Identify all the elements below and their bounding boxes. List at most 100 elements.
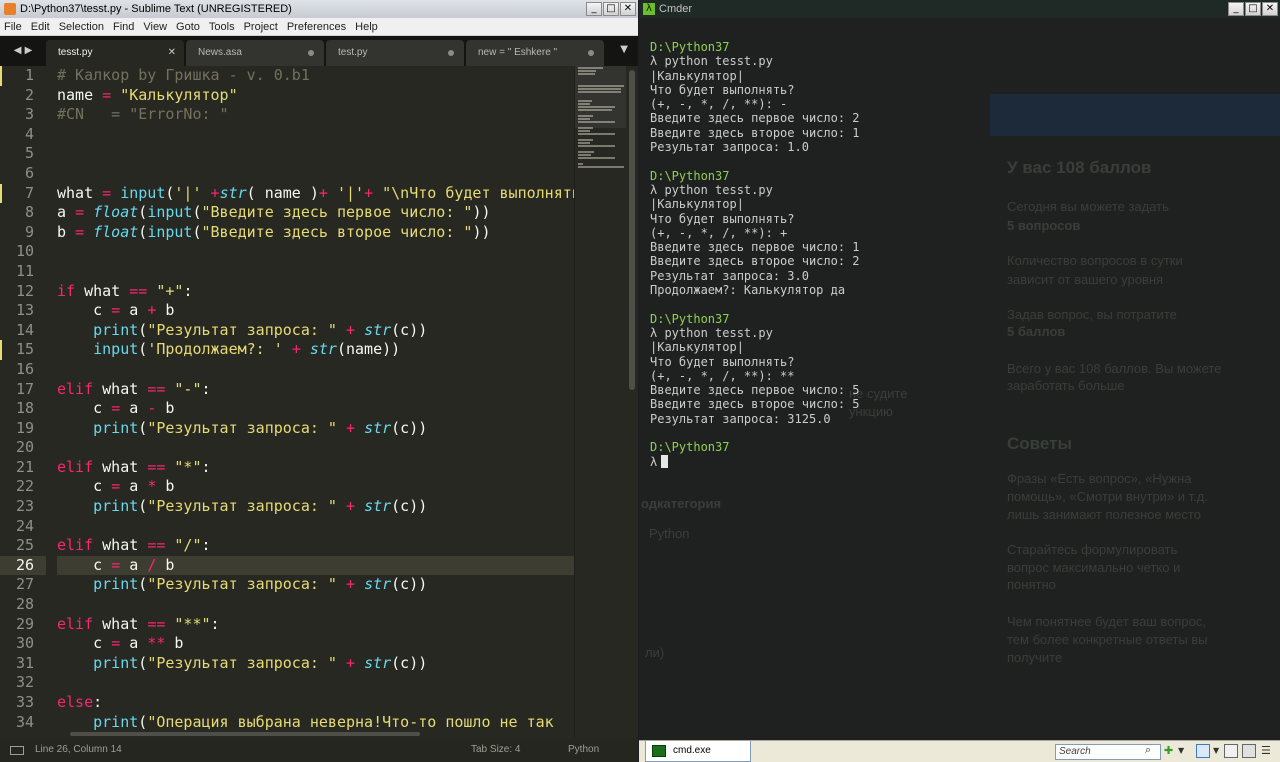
code-line[interactable]: a = float(input("Введите здесь первое чи… — [57, 203, 574, 223]
menu-item-selection[interactable]: Selection — [59, 18, 104, 35]
code-area[interactable]: # Калкор by Гришка - v. 0.b1 name = "Каль… — [57, 66, 574, 738]
tab-nav-arrows[interactable]: ◀ ▶ — [0, 36, 46, 66]
menu-icon[interactable]: ☰ — [1261, 744, 1271, 758]
vertical-scroll-thumb[interactable] — [629, 70, 635, 390]
code-line[interactable]: print("Результат запроса: " + str(c)) — [57, 654, 574, 674]
tab-size[interactable]: Tab Size: 4 — [471, 738, 520, 762]
minimap-viewport[interactable] — [575, 66, 627, 128]
code-line[interactable]: print("Результат запроса: " + str(c)) — [57, 321, 574, 341]
code-token: print — [93, 712, 139, 731]
code-line[interactable]: elif what == "*": — [57, 458, 574, 478]
maximize-button[interactable]: □ — [603, 2, 619, 16]
vertical-scrollbar[interactable] — [626, 66, 638, 738]
code-line[interactable]: c = a - b — [57, 399, 574, 419]
code-line[interactable] — [57, 164, 574, 184]
code-line[interactable] — [57, 360, 574, 380]
cmder-close-button[interactable]: ✕ — [1262, 2, 1278, 16]
code-line[interactable] — [57, 438, 574, 458]
panel-toggle-icon[interactable] — [10, 746, 24, 755]
code-token: c — [57, 634, 112, 653]
horizontal-scroll-thumb[interactable] — [70, 732, 420, 736]
cmder-window-title: Cmder — [659, 3, 693, 15]
unsaved-dot-icon[interactable] — [308, 50, 314, 56]
terminal-line: |Калькулятор| — [650, 69, 1270, 83]
menu-item-help[interactable]: Help — [355, 18, 378, 35]
code-line[interactable] — [57, 673, 574, 693]
view-mode-dropdown-icon[interactable]: ▼ — [1213, 744, 1219, 758]
code-token: what — [93, 457, 148, 476]
horizontal-scrollbar[interactable] — [0, 730, 574, 738]
editor-tab[interactable]: test.py — [326, 40, 464, 66]
search-icon[interactable]: ⌕ — [1145, 743, 1151, 757]
code-token: a — [120, 301, 148, 320]
minimap[interactable] — [574, 66, 627, 738]
cmder-maximize-button[interactable]: □ — [1245, 2, 1261, 16]
code-line[interactable]: elif what == "-": — [57, 380, 574, 400]
line-number: 8 — [24, 203, 34, 222]
unsaved-dot-icon[interactable] — [588, 50, 594, 56]
menu-item-view[interactable]: View — [143, 18, 167, 35]
menu-item-edit[interactable]: Edit — [31, 18, 50, 35]
editor-tab[interactable]: tesst.py ✕ — [46, 40, 184, 66]
code-line[interactable]: name = "Калькулятор" — [57, 86, 574, 106]
code-line[interactable]: else: — [57, 693, 574, 713]
code-line[interactable]: if what == "+": — [57, 282, 574, 302]
code-line[interactable]: c = a / b — [57, 555, 574, 576]
code-editor[interactable]: 1 2 3 4 5 6 7 8 9 10 11 12 13 14 15 16 17 18 19 20 21 22 23 24 2… — [0, 66, 574, 738]
terminal-line: Продолжаем?: Калькулятор да — [650, 283, 1270, 297]
line-number: 29 — [15, 614, 34, 633]
code-line[interactable]: b = float(input("Введите здесь второе чи… — [57, 223, 574, 243]
new-console-dropdown-icon[interactable]: ▼ — [1178, 744, 1184, 758]
editor-tab[interactable]: new = " Eshkere " — [466, 40, 604, 66]
cmder-minimize-button[interactable]: _ — [1228, 2, 1244, 16]
menu-item-goto[interactable]: Goto — [176, 18, 200, 35]
code-line[interactable]: c = a ** b — [57, 634, 574, 654]
code-token: input — [93, 340, 139, 359]
code-line[interactable]: elif what == "/": — [57, 536, 574, 556]
code-line[interactable]: c = a + b — [57, 301, 574, 321]
code-line[interactable]: print("Результат запроса: " + str(c)) — [57, 575, 574, 595]
code-line[interactable]: input('Продолжаем?: ' + str(name)) — [57, 340, 574, 360]
menu-item-tools[interactable]: Tools — [209, 18, 235, 35]
background-ghost-text: лишь занимают полезное место — [1007, 507, 1201, 522]
code-line[interactable]: elif what == "**": — [57, 615, 574, 635]
minimize-button[interactable]: _ — [586, 2, 602, 16]
view-mode-icon[interactable] — [1196, 744, 1210, 758]
code-line[interactable] — [57, 517, 574, 537]
code-line[interactable]: what = input('|' +str( name )+ '|'+ "\nЧ… — [57, 184, 574, 204]
code-line[interactable]: #CN = "ErrorNo: " — [57, 105, 574, 125]
unsaved-dot-icon[interactable] — [448, 50, 454, 56]
code-line[interactable]: print("Результат запроса: " + str(c)) — [57, 497, 574, 517]
code-token: float — [93, 203, 139, 222]
code-token: str — [364, 575, 392, 594]
menu-item-file[interactable]: File — [4, 18, 22, 35]
line-number: 18 — [15, 399, 34, 418]
code-line[interactable] — [57, 144, 574, 164]
syntax-selector[interactable]: Python — [568, 738, 599, 762]
console-tab[interactable]: cmd.exe — [645, 741, 751, 762]
code-line[interactable] — [57, 242, 574, 262]
tab-dropdown-icon[interactable]: ▼ — [620, 44, 628, 55]
code-token: a — [120, 399, 148, 418]
terminal-output[interactable]: D:\Python37 λ python tesst.py |Калькулятор… — [650, 40, 1270, 469]
code-line[interactable] — [57, 125, 574, 145]
menu-item-find[interactable]: Find — [113, 18, 134, 35]
code-line[interactable]: c = a * b — [57, 477, 574, 497]
code-line[interactable] — [57, 595, 574, 615]
split-pane-icon[interactable] — [1224, 744, 1238, 758]
maximize-pane-icon[interactable] — [1242, 744, 1256, 758]
menu-item-preferences[interactable]: Preferences — [287, 18, 346, 35]
code-token: + — [346, 320, 356, 339]
code-line[interactable]: # Калкор by Гришка - v. 0.b1 — [57, 66, 574, 86]
code-line[interactable]: print("Результат запроса: " + str(c)) — [57, 419, 574, 439]
menu-item-project[interactable]: Project — [244, 18, 278, 35]
code-line[interactable] — [57, 262, 574, 282]
close-icon[interactable]: ✕ — [168, 40, 176, 66]
cursor-position[interactable]: Line 26, Column 14 — [35, 738, 122, 762]
close-button[interactable]: ✕ — [620, 2, 636, 16]
code-token: ( — [138, 712, 148, 731]
editor-tab[interactable]: News.asa — [186, 40, 324, 66]
new-console-icon[interactable]: ✚ — [1164, 744, 1173, 758]
